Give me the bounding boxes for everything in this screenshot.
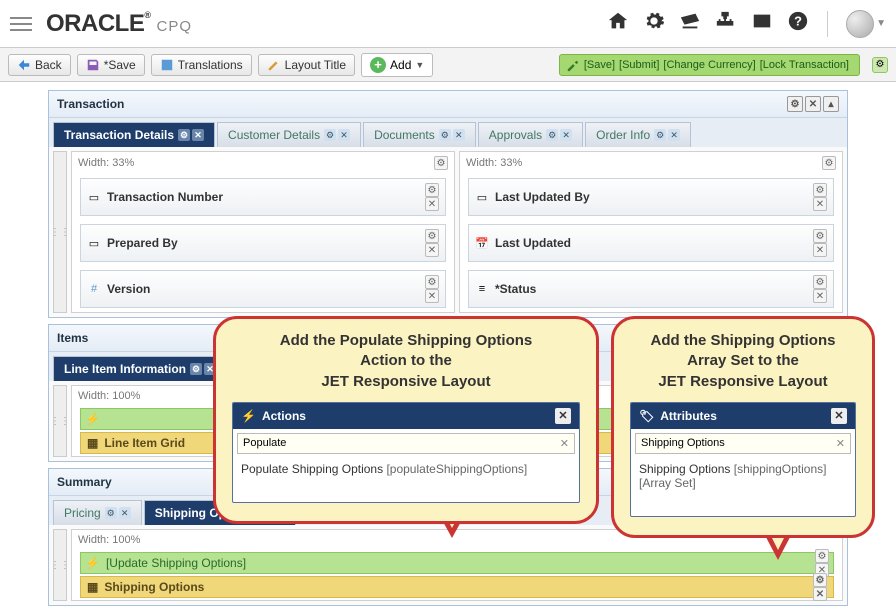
lightning-icon: ⚡ xyxy=(241,409,256,423)
tab-transaction-details[interactable]: Transaction Details⚙✕ xyxy=(53,122,215,147)
user-menu[interactable]: ▼ xyxy=(846,10,886,38)
field-version[interactable]: #Version⚙✕ xyxy=(80,270,446,308)
field-last-updated[interactable]: 📅Last Updated⚙✕ xyxy=(468,224,834,262)
actions-search[interactable]: Populate✕ xyxy=(237,433,575,454)
translations-button[interactable]: Translations xyxy=(151,54,252,76)
attribute-result[interactable]: Shipping Options [shippingOptions][Array… xyxy=(631,458,855,494)
add-button[interactable]: +Add▼ xyxy=(361,53,433,77)
field-last-updated-by[interactable]: ▭Last Updated By⚙✕ xyxy=(468,178,834,216)
width-label: Width: 100% xyxy=(78,390,140,402)
home-icon[interactable] xyxy=(607,10,629,38)
actions-popup: ⚡ Actions ✕ Populate✕ Populate Shipping Op… xyxy=(232,402,580,503)
panel-title: Summary xyxy=(57,475,112,489)
column-left: Width: 33% ⚙ ▭Transaction Number⚙✕ ▭Prepa… xyxy=(71,151,455,313)
tab-documents[interactable]: Documents⚙✕ xyxy=(363,122,476,147)
svg-text:?: ? xyxy=(794,13,802,28)
tab-approvals[interactable]: Approvals⚙✕ xyxy=(478,122,583,147)
gear-icon[interactable]: ⚙ xyxy=(434,156,448,170)
action-result[interactable]: Populate Shipping Options [populateShipp… xyxy=(233,458,579,480)
back-button[interactable]: Back xyxy=(8,54,71,76)
callout-text: Add the Shipping Options Array Set to th… xyxy=(630,331,856,392)
width-label: Width: 33% xyxy=(466,157,522,169)
chain-settings-icon[interactable]: ⚙ xyxy=(872,57,888,73)
callout-text: Add the Populate Shipping Options Action… xyxy=(232,331,580,392)
collapse-icon[interactable]: ▴ xyxy=(823,96,839,112)
money-icon[interactable] xyxy=(679,10,701,38)
field-status[interactable]: ≡*Status⚙✕ xyxy=(468,270,834,308)
action-chain-bar[interactable]: [Save] [Submit] [Change Currency] [Lock … xyxy=(559,54,860,76)
caret-down-icon: ▼ xyxy=(415,60,424,70)
popup-title: Attributes xyxy=(660,409,717,423)
shipping-options-attr[interactable]: ▦Shipping Options⚙✕ xyxy=(80,576,834,598)
tab-customer-details[interactable]: Customer Details⚙✕ xyxy=(217,122,361,147)
field-transaction-number[interactable]: ▭Transaction Number⚙✕ xyxy=(80,178,446,216)
app-header: ORACLE®CPQ ? ▼ xyxy=(0,0,896,48)
tab-pricing[interactable]: Pricing⚙✕ xyxy=(53,500,142,525)
transaction-tabs: Transaction Details⚙✕ Customer Details⚙✕… xyxy=(49,118,847,147)
gear-icon[interactable]: ⚙ xyxy=(787,96,803,112)
help-icon[interactable]: ? xyxy=(787,10,809,38)
card-icon[interactable] xyxy=(751,10,773,38)
clear-icon[interactable]: ✕ xyxy=(836,437,845,450)
close-icon[interactable]: ✕ xyxy=(805,96,821,112)
header-icons: ? ▼ xyxy=(607,10,886,38)
field-prepared-by[interactable]: ▭Prepared By⚙✕ xyxy=(80,224,446,262)
avatar-icon xyxy=(846,10,874,38)
panel-title: Transaction xyxy=(57,97,124,111)
tab-order-info[interactable]: Order Info⚙✕ xyxy=(585,122,691,147)
attributes-search[interactable]: Shipping Options✕ xyxy=(635,433,851,454)
transaction-header: Transaction ⚙✕▴ xyxy=(49,91,847,118)
separator xyxy=(827,11,828,37)
drag-handle-icon[interactable]: ⋮⋮ xyxy=(53,385,67,457)
drag-handle-icon[interactable]: ⋮⋮ xyxy=(53,151,67,313)
callout-actions: Add the Populate Shipping Options Action… xyxy=(213,316,599,524)
width-label: Width: 100% xyxy=(78,534,140,546)
gear-icon[interactable] xyxy=(643,10,665,38)
tab-line-item-info[interactable]: Line Item Information⚙✕ xyxy=(53,356,227,381)
layout-title-button[interactable]: Layout Title xyxy=(258,54,355,76)
logo: ORACLE®CPQ xyxy=(46,10,192,38)
close-icon[interactable]: ✕ xyxy=(555,408,571,424)
save-button[interactable]: *Save xyxy=(77,54,145,76)
clear-icon[interactable]: ✕ xyxy=(560,437,569,450)
menu-icon[interactable] xyxy=(10,13,32,35)
hierarchy-icon[interactable] xyxy=(715,10,737,38)
attributes-popup: 🏷 Attributes ✕ Shipping Options✕ Shipping … xyxy=(630,402,856,517)
plus-icon: + xyxy=(370,57,386,73)
column-right: Width: 33% ⚙ ▭Last Updated By⚙✕ 📅Last Upd… xyxy=(459,151,843,313)
drag-handle-icon[interactable]: ⋮⋮ xyxy=(53,529,67,601)
transaction-columns: ⋮⋮ Width: 33% ⚙ ▭Transaction Number⚙✕ ▭Pr… xyxy=(49,147,847,317)
transaction-panel: Transaction ⚙✕▴ Transaction Details⚙✕ Cu… xyxy=(48,90,848,318)
callout-attributes: Add the Shipping Options Array Set to th… xyxy=(611,316,875,538)
popup-title: Actions xyxy=(262,409,306,423)
gear-icon[interactable]: ⚙ xyxy=(822,156,836,170)
close-icon[interactable]: ✕ xyxy=(831,408,847,424)
panel-title: Items xyxy=(57,331,88,345)
width-label: Width: 33% xyxy=(78,157,134,169)
tag-icon: 🏷 xyxy=(639,409,654,423)
layout-toolbar: Back *Save Translations Layout Title +Ad… xyxy=(0,48,896,82)
update-shipping-action[interactable]: ⚡[Update Shipping Options]⚙✕ xyxy=(80,552,834,574)
